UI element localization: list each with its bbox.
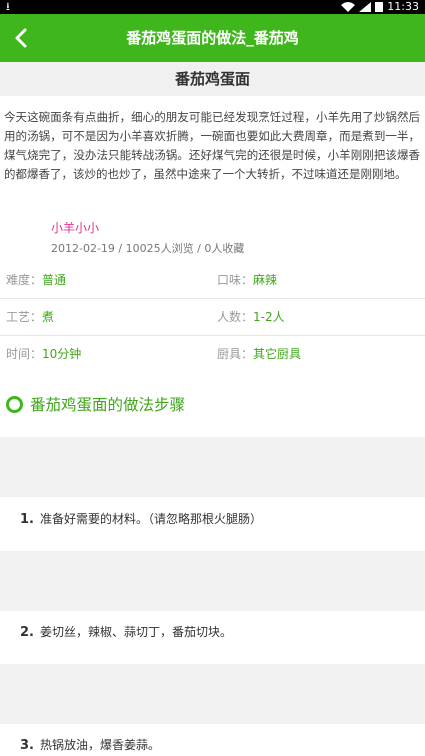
step-image[interactable] [0,551,425,611]
attribute-label: 难度： [6,273,43,287]
steps-header: 番茄鸡蛋面的做法步骤 [0,388,425,422]
step-text: 准备好需要的材料。（请忽略那根火腿肠） [39,512,262,526]
attribute-value: 其它厨具 [253,347,302,361]
attribute-servings: 人数：1-2人 [217,299,285,335]
step-3: 3. 热锅放油，爆香姜蒜。 [20,735,160,756]
attribute-value: 10分钟 [42,347,82,361]
recipe-meta: 2012-02-19 / 10025人浏览 / 0人收藏 [51,242,245,255]
step-2: 2. 姜切丝，辣椒、蒜切丁，番茄切块。 [20,622,232,643]
author-link[interactable]: 小羊小小 [51,219,99,236]
attribute-value: 麻辣 [253,273,278,287]
attribute-difficulty: 难度：普通 [6,262,66,298]
attribute-row: 难度：普通 口味：麻辣 [0,262,425,299]
app-bar: 番茄鸡蛋面的做法_番茄鸡 [0,14,425,62]
step-text: 热锅放油，爆香姜蒜。 [39,738,160,752]
attribute-label: 时间： [6,347,43,361]
battery-icon [375,2,384,12]
attribute-label: 人数： [217,310,254,324]
step-text: 姜切丝，辣椒、蒜切丁，番茄切块。 [39,625,232,639]
recipe-title: 番茄鸡蛋面 [0,62,425,96]
steps-header-title: 番茄鸡蛋面的做法步骤 [30,396,186,414]
attribute-label: 口味： [217,273,254,287]
recipe-attributes: 难度：普通 口味：麻辣 工艺：煮 人数：1-2人 时间：10分钟 厨具：其它厨具 [0,262,425,372]
status-time: 11:33 [387,0,419,13]
circle-bullet-icon [6,396,23,413]
download-icon: ⭳ [6,0,10,13]
page-title: 番茄鸡蛋面的做法_番茄鸡 [126,29,299,47]
step-1: 1. 准备好需要的材料。（请忽略那根火腿肠） [20,509,262,530]
attribute-row: 时间：10分钟 厨具：其它厨具 [0,336,425,372]
attribute-taste: 口味：麻辣 [217,262,277,298]
attribute-row: 工艺：煮 人数：1-2人 [0,299,425,336]
attribute-cookware: 厨具：其它厨具 [217,336,301,372]
step-image[interactable] [0,437,425,497]
step-number: 1. [20,512,34,527]
attribute-value: 煮 [42,310,55,324]
signal-icon [359,2,372,12]
step-number: 3. [20,738,34,753]
attribute-label: 厨具： [217,347,254,361]
attribute-technique: 工艺：煮 [6,299,54,335]
attribute-label: 工艺： [6,310,43,324]
recipe-intro: 今天这碗面条有点曲折，细心的朋友可能已经发现烹饪过程，小羊先用了炒锅然后用的汤锅… [4,110,420,181]
step-number: 2. [20,625,34,640]
wifi-icon [341,2,356,12]
attribute-value: 普通 [42,273,67,287]
step-image[interactable] [0,664,425,724]
attribute-time: 时间：10分钟 [6,336,81,372]
status-bar: ⭳ 11:33 [0,0,425,14]
attribute-value: 1-2人 [253,310,285,324]
